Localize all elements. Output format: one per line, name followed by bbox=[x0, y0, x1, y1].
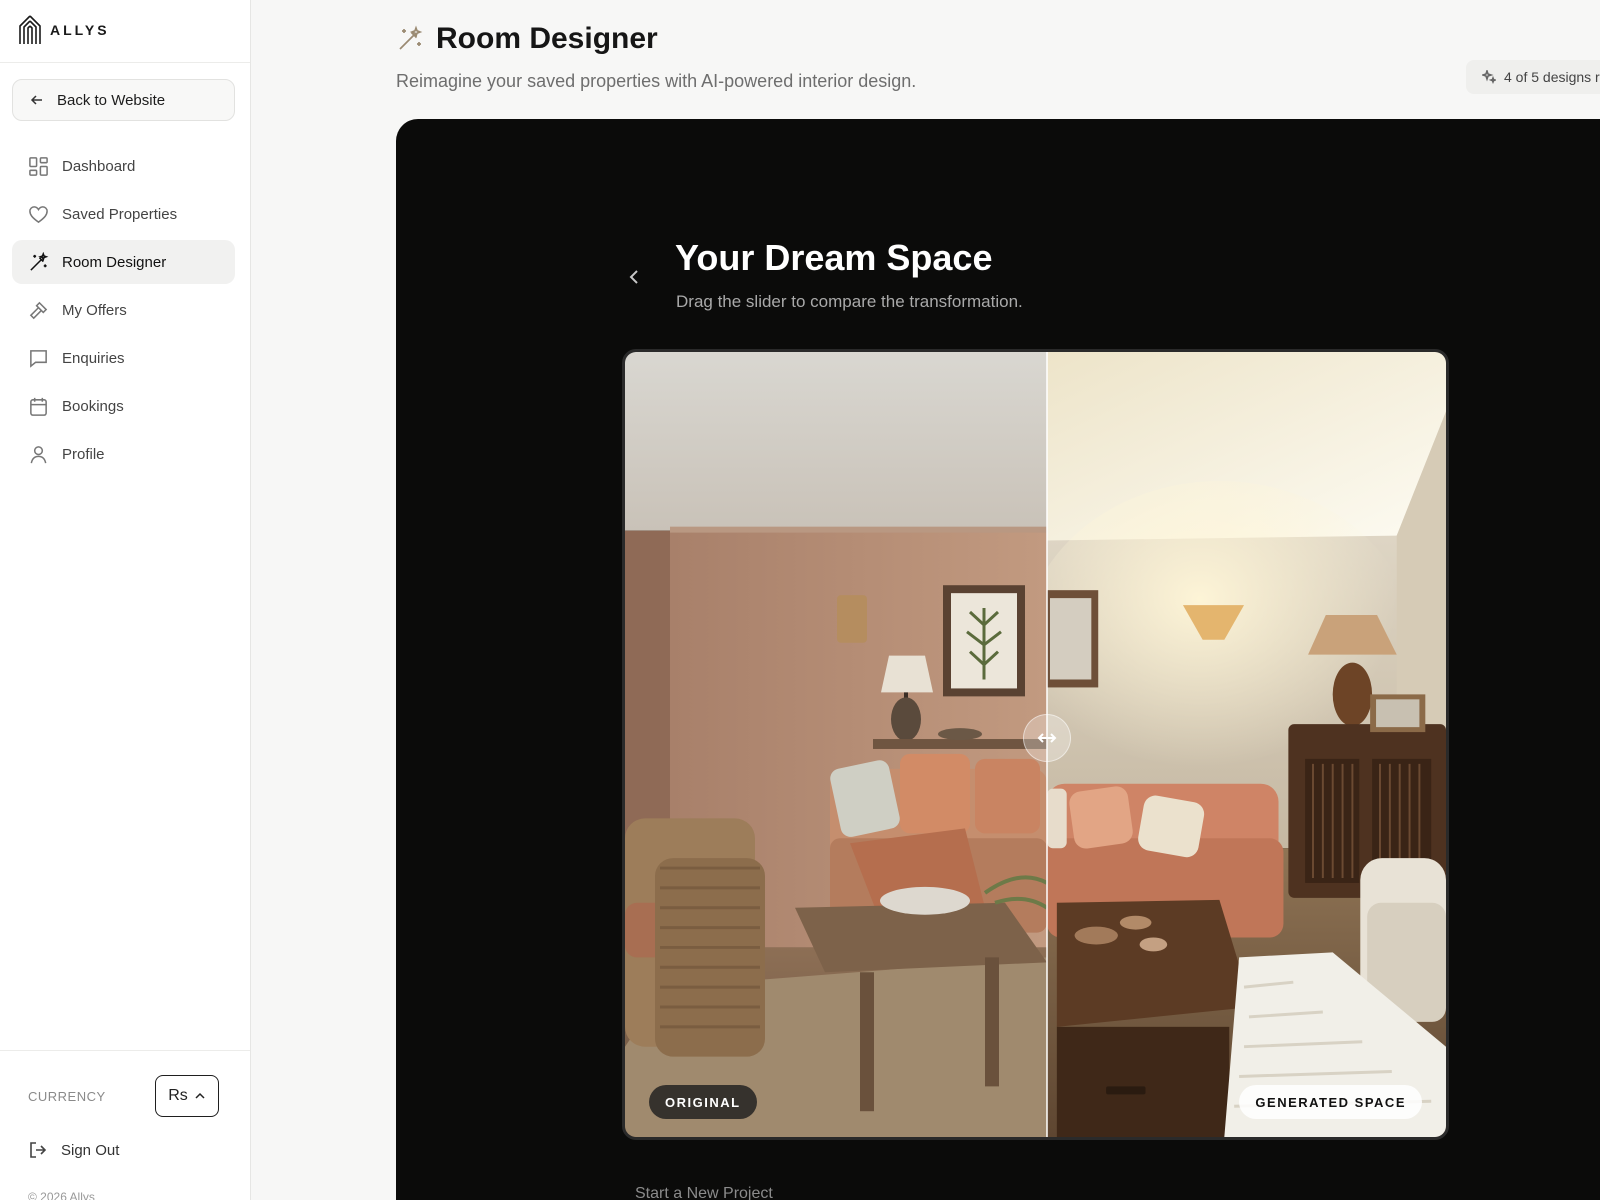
panel-title: Your Dream Space bbox=[675, 237, 993, 278]
calendar-icon bbox=[30, 397, 47, 416]
brand-logo[interactable]: ALLYS bbox=[18, 14, 110, 46]
divider bbox=[0, 1050, 250, 1051]
back-label: Back to Website bbox=[57, 91, 166, 109]
sidebar-item-label: My Offers bbox=[62, 301, 127, 319]
generated-room-photo bbox=[1047, 352, 1446, 1137]
currency-value: Rs bbox=[168, 1087, 188, 1104]
sidebar-item-label: Saved Properties bbox=[62, 205, 178, 223]
page-header: Room Designer bbox=[396, 22, 658, 56]
panel-back-button[interactable] bbox=[624, 267, 648, 291]
sparkles-icon bbox=[1482, 70, 1496, 84]
chat-icon bbox=[30, 349, 47, 368]
sidebar-item-dashboard[interactable]: Dashboard bbox=[12, 144, 235, 188]
currency-select[interactable]: Rs bbox=[155, 1075, 219, 1117]
comparison-slider-handle[interactable] bbox=[1023, 714, 1071, 762]
heart-icon bbox=[29, 205, 48, 223]
sidebar-nav: Dashboard Saved Properties Room Designer… bbox=[12, 144, 235, 480]
sign-out-label: Sign Out bbox=[61, 1141, 120, 1159]
page-title: Room Designer bbox=[436, 22, 658, 55]
arrows-horizontal-icon bbox=[1037, 733, 1057, 743]
sidebar-item-enquiries[interactable]: Enquiries bbox=[12, 336, 235, 380]
sidebar-item-label: Profile bbox=[62, 445, 105, 463]
generated-space-label: GENERATED SPACE bbox=[1239, 1085, 1422, 1119]
sidebar-item-label: Room Designer bbox=[62, 253, 167, 271]
brand-name: ALLYS bbox=[50, 22, 110, 38]
generated-image bbox=[1047, 352, 1446, 1137]
original-room-photo bbox=[625, 352, 1047, 1137]
divider bbox=[0, 62, 250, 63]
before-after-comparison[interactable]: ORIGINAL GENERATED SPACE bbox=[622, 349, 1449, 1140]
sidebar-item-my-offers[interactable]: My Offers bbox=[12, 288, 235, 332]
user-icon bbox=[30, 445, 47, 463]
page-subtitle: Reimagine your saved properties with AI-… bbox=[396, 71, 917, 91]
currency-label: CURRENCY bbox=[28, 1089, 106, 1104]
sidebar-item-label: Dashboard bbox=[62, 157, 136, 175]
original-label: ORIGINAL bbox=[649, 1085, 757, 1119]
sidebar-item-profile[interactable]: Profile bbox=[12, 432, 235, 476]
magic-wand-icon bbox=[399, 25, 423, 50]
sidebar-item-label: Bookings bbox=[62, 397, 124, 415]
chevron-left-icon bbox=[629, 270, 638, 284]
copyright: © 2026 Allys bbox=[28, 1190, 95, 1200]
sidebar-item-label: Enquiries bbox=[62, 349, 125, 367]
result-panel: Your Dream Space Drag the slider to comp… bbox=[396, 119, 1600, 1200]
sidebar-item-bookings[interactable]: Bookings bbox=[12, 384, 235, 428]
grid-icon bbox=[29, 156, 48, 176]
usage-badge: 4 of 5 designs r bbox=[1466, 60, 1600, 94]
sidebar-item-saved-properties[interactable]: Saved Properties bbox=[12, 192, 235, 236]
sidebar-item-room-designer[interactable]: Room Designer bbox=[12, 240, 235, 284]
chevron-up-icon bbox=[195, 1092, 205, 1099]
start-new-project-link[interactable]: Start a New Project bbox=[635, 1185, 773, 1200]
arrow-left-icon bbox=[30, 95, 42, 105]
original-image bbox=[625, 352, 1047, 1137]
gavel-icon bbox=[29, 301, 48, 319]
usage-text: 4 of 5 designs r bbox=[1504, 69, 1600, 85]
panel-subtitle: Drag the slider to compare the transform… bbox=[676, 292, 1023, 311]
logout-icon bbox=[30, 1142, 47, 1158]
logo-icon bbox=[19, 15, 41, 44]
sign-out-button[interactable]: Sign Out bbox=[28, 1140, 119, 1160]
sidebar: ALLYS Back to Website Dashboard Saved Pr… bbox=[0, 0, 251, 1200]
back-to-website-button[interactable]: Back to Website bbox=[12, 79, 235, 121]
magic-wand-icon bbox=[30, 251, 49, 271]
